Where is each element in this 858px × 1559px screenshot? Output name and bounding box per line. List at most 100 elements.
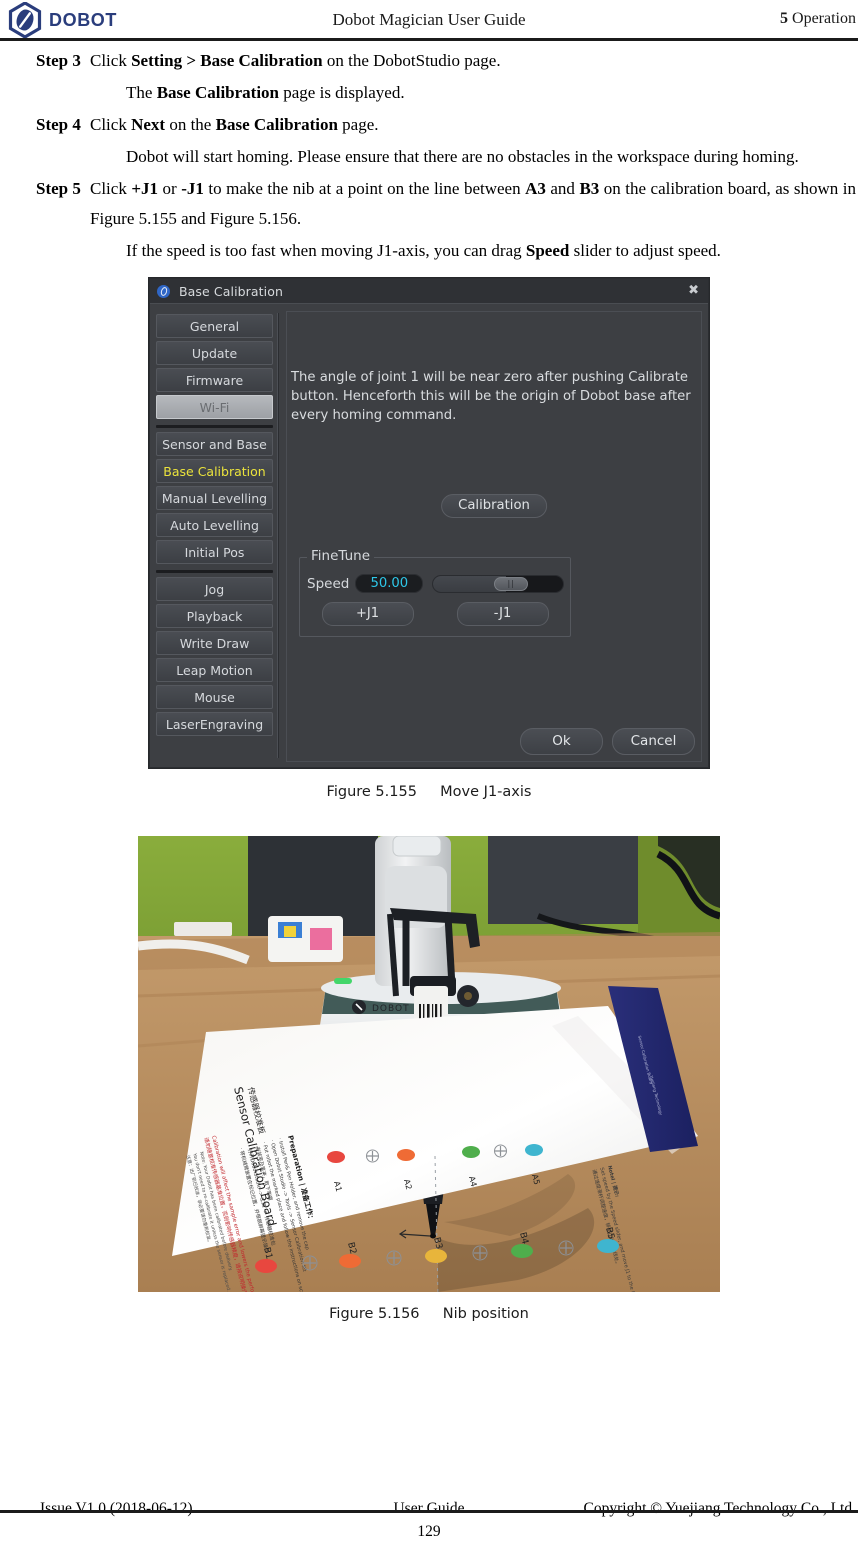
sidebar-item-label: Base Calibration <box>163 463 266 479</box>
sidebar-item-update[interactable]: Update <box>156 341 273 365</box>
figure-5-155-title: Move J1-axis <box>440 784 532 800</box>
sidebar-item-leap-motion[interactable]: Leap Motion <box>156 658 273 682</box>
close-icon[interactable]: ✖ <box>688 283 699 298</box>
sidebar-divider-2 <box>156 570 273 573</box>
figure-5-156-block: DOBOT Sensor Calibration Board Yuejiang … <box>0 836 858 1322</box>
sidebar-item-initial-pos[interactable]: Initial Pos <box>156 540 273 564</box>
speed-value-field[interactable]: 50.00 <box>355 574 424 593</box>
dialog-footer-buttons: Ok Cancel <box>520 728 695 755</box>
step-4-label: Step 4 <box>36 115 81 134</box>
sidebar-item-wi-fi: Wi-Fi <box>156 395 273 419</box>
dialog-body: General Update Firmware Wi-Fi Sensor and Ba… <box>150 304 708 768</box>
step-4-text: Click Next on the Base Calibration page. <box>90 115 379 134</box>
figure-5-155-block: Base Calibration ✖ General Update Firmware… <box>0 278 858 800</box>
cross-A1-A2 <box>366 1149 379 1163</box>
step-5: Step 5 Click +J1 or -J1 to make the nib … <box>0 174 858 234</box>
dialog-title: Base Calibration <box>179 283 284 299</box>
header-divider <box>0 38 858 41</box>
header-title: Dobot Magician User Guide <box>332 10 526 29</box>
sidebar-item-playback[interactable]: Playback <box>156 604 273 628</box>
header-chapter: 5 Operation <box>780 10 856 28</box>
figure-5-156-caption: Figure 5.156 Nib position <box>0 1306 858 1322</box>
sidebar-item-base-calibration[interactable]: Base Calibration <box>156 459 273 483</box>
page-number: 129 <box>417 1523 441 1540</box>
minus-j1-button[interactable]: -J1 <box>456 602 549 626</box>
paragraph-after-step-5: If the speed is too fast when moving J1-… <box>126 241 721 260</box>
sidebar-divider-1 <box>156 425 273 428</box>
cross-B2-B3 <box>386 1250 402 1266</box>
svg-text:DOBOT: DOBOT <box>372 1004 410 1014</box>
sidebar-item-label: Firmware <box>185 372 244 388</box>
paragraph-after-step-3: The Base Calibration page is displayed. <box>126 83 405 102</box>
step-3: Step 3 Click Setting > Base Calibration … <box>0 46 858 76</box>
dobot-app-icon <box>157 284 170 298</box>
step-5-text: Click +J1 or -J1 to make the nib at a po… <box>90 179 856 228</box>
sidebar-item-label: LaserEngraving <box>165 716 264 732</box>
finetune-group: FineTune Speed 50.00 || +J1 -J1 <box>299 548 571 637</box>
finetune-legend: FineTune <box>307 548 375 564</box>
page-header: DOBOT Dobot Magician User Guide 5 Operat… <box>0 0 858 38</box>
base-calibration-dialog: Base Calibration ✖ General Update Firmware… <box>149 278 709 768</box>
cross-B4-B5 <box>558 1240 574 1256</box>
sidebar-item-label: Leap Motion <box>176 662 253 678</box>
calibration-button[interactable]: Calibration <box>441 494 547 518</box>
document-page: DOBOT Dobot Magician User Guide 5 Operat… <box>0 0 858 1559</box>
jog-buttons: +J1 -J1 <box>300 602 570 626</box>
sidebar-item-label: Mouse <box>194 689 235 705</box>
sidebar-item-label: Jog <box>204 581 225 597</box>
sidebar-item-label: General <box>189 318 240 334</box>
photo-illustration: DOBOT Sensor Calibration Board Yuejiang … <box>138 836 720 1292</box>
sidebar-item-label: Update <box>191 345 238 361</box>
speed-slider[interactable]: || <box>432 574 564 593</box>
cross-B3-B4 <box>472 1245 488 1261</box>
figure-5-155-number: Figure 5.155 <box>326 784 417 800</box>
sidebar-group-1: General Update Firmware Wi-Fi <box>156 314 273 422</box>
cancel-button[interactable]: Cancel <box>612 728 695 755</box>
sidebar-item-manual-levelling[interactable]: Manual Levelling <box>156 486 273 510</box>
speed-row: Speed 50.00 || <box>307 574 564 593</box>
document-content: Step 3 Click Setting > Base Calibration … <box>0 46 858 1322</box>
sidebar-item-laserengraving[interactable]: LaserEngraving <box>156 712 273 736</box>
sidebar-main-divider <box>277 313 279 758</box>
step-3-text: Click Setting > Base Calibration on the … <box>90 51 501 70</box>
header-chapter-number: 5 <box>780 10 789 27</box>
sidebar-group-2: Sensor and Base Base Calibration Manual Le… <box>156 432 273 567</box>
plus-j1-button[interactable]: +J1 <box>321 602 414 626</box>
nib-position-photo: DOBOT Sensor Calibration Board Yuejiang … <box>138 836 720 1292</box>
cross-A4-A5 <box>494 1144 507 1158</box>
sidebar-item-label: Initial Pos <box>184 544 245 560</box>
sidebar-item-general[interactable]: General <box>156 314 273 338</box>
footer-divider <box>0 1510 858 1513</box>
dialog-main-pane: The angle of joint 1 will be near zero a… <box>286 311 702 762</box>
step-4: Step 4 Click Next on the Base Calibratio… <box>0 110 858 140</box>
figure-5-156-number: Figure 5.156 <box>329 1306 420 1322</box>
figure-5-155-caption: Figure 5.155 Move J1-axis <box>0 784 858 800</box>
dialog-description: The angle of joint 1 will be near zero a… <box>291 370 691 423</box>
sidebar-item-label: Write Draw <box>179 635 250 651</box>
paragraph-after-step-4: Dobot will start homing. Please ensure t… <box>126 147 799 166</box>
sidebar-item-write-draw[interactable]: Write Draw <box>156 631 273 655</box>
sidebar-item-jog[interactable]: Jog <box>156 577 273 601</box>
sidebar-item-label: Sensor and Base <box>162 436 267 452</box>
speed-label: Speed <box>307 575 350 592</box>
sidebar-item-auto-levelling[interactable]: Auto Levelling <box>156 513 273 537</box>
sidebar-item-label: Manual Levelling <box>161 490 268 506</box>
step-3-label: Step 3 <box>36 51 81 70</box>
dialog-sidebar: General Update Firmware Wi-Fi Sensor and Ba… <box>156 311 273 762</box>
header-chapter-name: Operation <box>792 10 856 27</box>
sidebar-item-firmware[interactable]: Firmware <box>156 368 273 392</box>
sidebar-item-label: Auto Levelling <box>170 517 259 533</box>
speed-slider-handle[interactable]: || <box>494 576 529 591</box>
ok-button[interactable]: Ok <box>520 728 603 755</box>
sidebar-item-mouse[interactable]: Mouse <box>156 685 273 709</box>
cross-B1-B2 <box>302 1255 318 1271</box>
step-5-label: Step 5 <box>36 179 81 198</box>
sidebar-item-label: Wi-Fi <box>199 399 230 415</box>
dialog-titlebar[interactable]: Base Calibration ✖ <box>150 279 708 304</box>
sidebar-item-label: Playback <box>186 608 243 624</box>
footer-copyright: Copyright © Yuejiang Technology Co., Ltd… <box>583 1500 856 1517</box>
figure-5-156-title: Nib position <box>442 1306 529 1322</box>
sidebar-group-3: Jog Playback Write Draw Leap Motion Mouse Las… <box>156 577 273 739</box>
sidebar-item-sensor-and-base[interactable]: Sensor and Base <box>156 432 273 456</box>
